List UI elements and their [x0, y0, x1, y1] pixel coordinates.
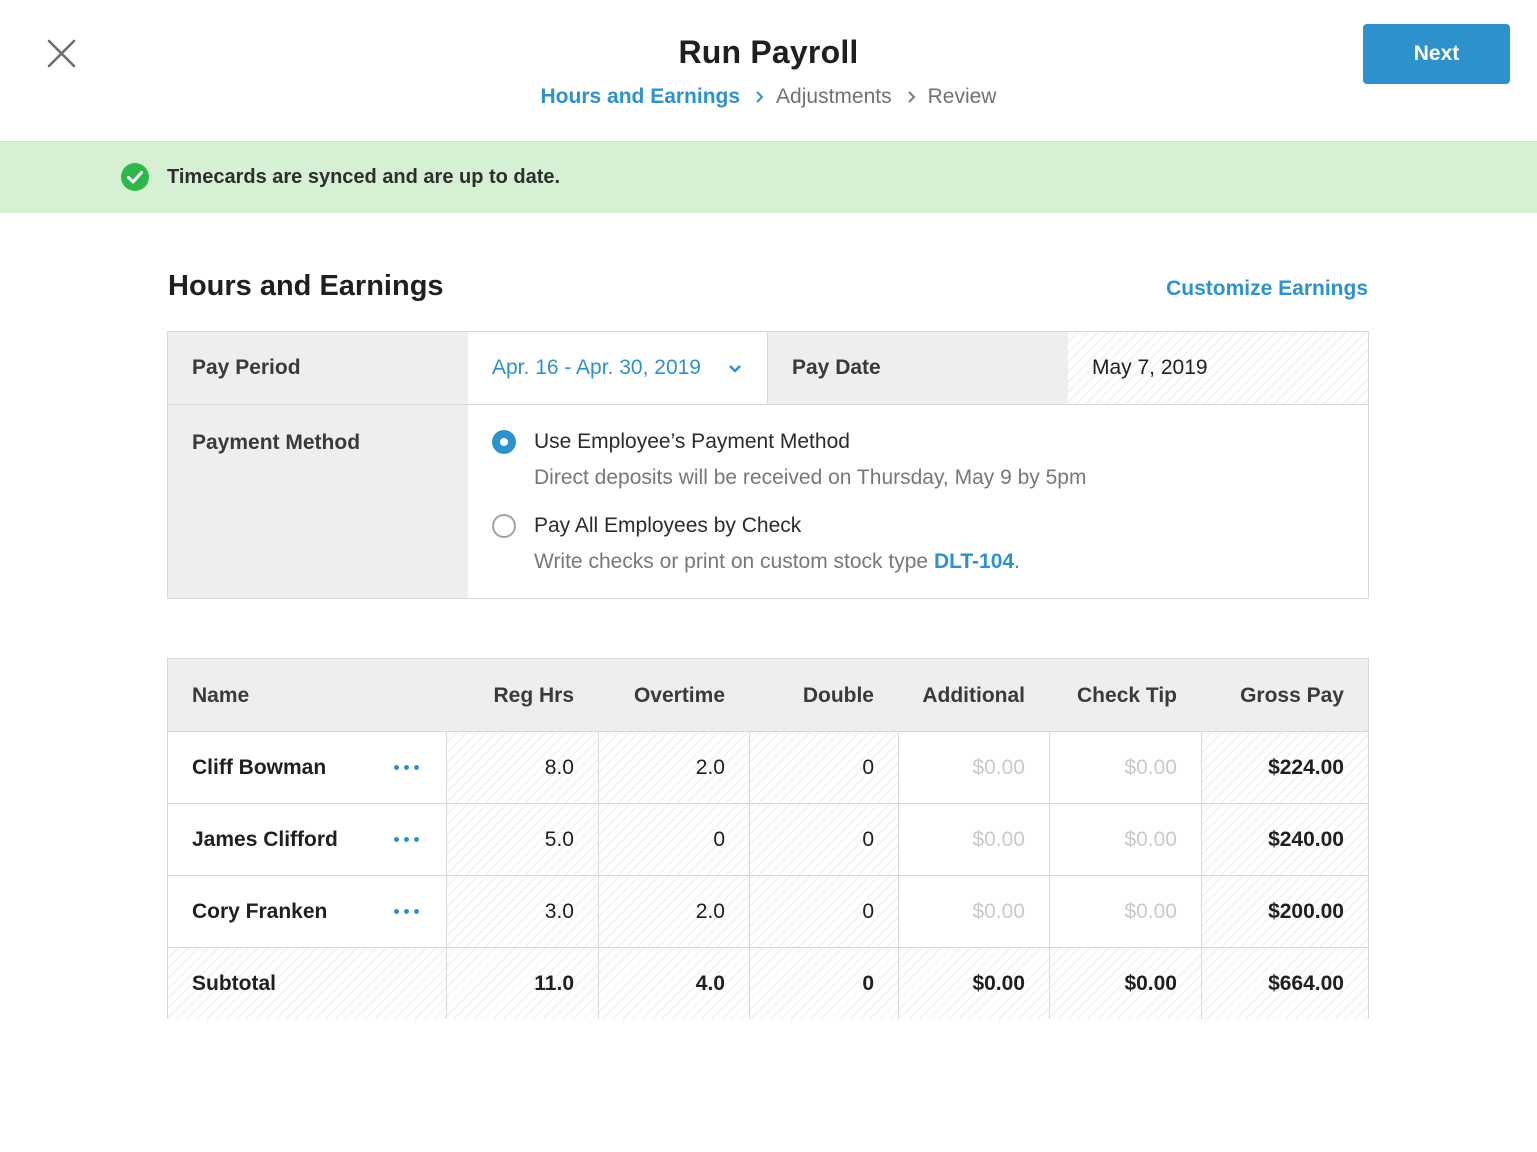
reg-hrs-cell[interactable]: 3.0 — [446, 876, 598, 947]
chevron-right-icon — [754, 90, 764, 104]
dot-icon — [413, 837, 419, 842]
header: Run Payroll Hours and Earnings Adjustmen… — [0, 0, 1537, 142]
dot-icon — [393, 765, 399, 770]
double-cell[interactable]: 0 — [749, 876, 898, 947]
chevron-down-icon — [729, 365, 741, 373]
pay-period-label: Pay Period — [168, 332, 468, 404]
more-options-button[interactable] — [388, 804, 424, 875]
check-circle-icon — [121, 163, 149, 191]
breadcrumb-adjustments[interactable]: Adjustments — [776, 85, 892, 109]
table-row: Cory Franken 3.0 2.0 0 $0.00 $0.00 $200.… — [168, 875, 1368, 947]
dot-icon — [403, 837, 409, 842]
pay-period-dropdown[interactable]: Apr. 16 - Apr. 30, 2019 — [468, 332, 768, 404]
column-header-overtime: Overtime — [633, 684, 725, 707]
earnings-table: Name Reg Hrs Overtime Double Additional … — [167, 658, 1369, 1019]
dot-icon — [403, 765, 409, 770]
chevron-right-icon — [906, 90, 916, 104]
subtotal-additional: $0.00 — [898, 948, 1049, 1019]
column-header-name: Name — [192, 684, 250, 707]
column-header-additional: Additional — [922, 684, 1025, 707]
additional-input[interactable]: $0.00 — [898, 876, 1049, 947]
additional-input[interactable]: $0.00 — [898, 804, 1049, 875]
option-employee-method-description: Direct deposits will be received on Thur… — [534, 466, 1087, 489]
column-header-double: Double — [802, 684, 874, 707]
pay-date-label: Pay Date — [768, 332, 1068, 404]
dot-icon — [413, 765, 419, 770]
check-tip-input[interactable]: $0.00 — [1049, 804, 1201, 875]
dot-icon — [393, 837, 399, 842]
column-header-gross-pay: Gross Pay — [1240, 684, 1344, 707]
double-cell[interactable]: 0 — [749, 804, 898, 875]
option-employee-method-label[interactable]: Use Employee’s Payment Method — [534, 430, 850, 454]
gross-pay-cell: $240.00 — [1201, 804, 1368, 875]
dot-icon — [413, 909, 419, 914]
payment-method-options: Use Employee’s Payment Method Direct dep… — [468, 404, 1368, 598]
check-description-text: Write checks or print on custom stock ty… — [534, 550, 934, 573]
page-title: Run Payroll — [678, 34, 859, 70]
subtotal-row: Subtotal 11.0 4.0 0 $0.00 $0.00 $664.00 — [168, 947, 1368, 1019]
subtotal-overtime: 4.0 — [598, 948, 749, 1019]
check-description-suffix: . — [1014, 550, 1020, 573]
option-pay-by-check-description: Write checks or print on custom stock ty… — [534, 550, 1020, 574]
subtotal-double: 0 — [749, 948, 898, 1019]
table-row: James Clifford 5.0 0 0 $0.00 $0.00 $240.… — [168, 803, 1368, 875]
gross-pay-cell: $224.00 — [1201, 732, 1368, 803]
pay-date-value: May 7, 2019 — [1068, 332, 1368, 404]
dot-icon — [393, 909, 399, 914]
banner-message: Timecards are synced and are up to date. — [167, 166, 561, 188]
table-row: Cliff Bowman 8.0 2.0 0 $0.00 $0.00 $224.… — [168, 731, 1368, 803]
dot-icon — [403, 909, 409, 914]
table-header: Name Reg Hrs Overtime Double Additional … — [168, 659, 1368, 731]
column-header-reg-hrs: Reg Hrs — [493, 684, 574, 707]
breadcrumb-hours-and-earnings[interactable]: Hours and Earnings — [541, 85, 741, 109]
column-header-check-tip: Check Tip — [1077, 684, 1177, 707]
double-cell[interactable]: 0 — [749, 732, 898, 803]
customize-earnings-link[interactable]: Customize Earnings — [1100, 277, 1368, 301]
radio-pay-by-check[interactable] — [492, 514, 516, 538]
payment-method-label: Payment Method — [168, 404, 468, 598]
payroll-settings: Pay Period Apr. 16 - Apr. 30, 2019 Pay D… — [167, 331, 1369, 599]
section-title: Hours and Earnings — [168, 270, 444, 302]
check-tip-input[interactable]: $0.00 — [1049, 732, 1201, 803]
breadcrumb: Hours and Earnings Adjustments Review — [0, 85, 1537, 109]
reg-hrs-cell[interactable]: 8.0 — [446, 732, 598, 803]
subtotal-gross-pay: $664.00 — [1201, 948, 1368, 1019]
next-button[interactable]: Next — [1363, 24, 1510, 84]
pay-period-value: Apr. 16 - Apr. 30, 2019 — [492, 356, 701, 379]
additional-input[interactable]: $0.00 — [898, 732, 1049, 803]
stock-type-link[interactable]: DLT-104 — [934, 550, 1014, 573]
subtotal-check-tip: $0.00 — [1049, 948, 1201, 1019]
option-pay-by-check-label[interactable]: Pay All Employees by Check — [534, 514, 801, 538]
subtotal-label: Subtotal — [192, 972, 276, 995]
subtotal-reg-hrs: 11.0 — [446, 948, 598, 1019]
more-options-button[interactable] — [388, 876, 424, 947]
overtime-cell[interactable]: 2.0 — [598, 876, 749, 947]
reg-hrs-cell[interactable]: 5.0 — [446, 804, 598, 875]
overtime-cell[interactable]: 2.0 — [598, 732, 749, 803]
check-tip-input[interactable]: $0.00 — [1049, 876, 1201, 947]
more-options-button[interactable] — [388, 732, 424, 803]
radio-employee-method[interactable] — [492, 430, 516, 454]
gross-pay-cell: $200.00 — [1201, 876, 1368, 947]
overtime-cell[interactable]: 0 — [598, 804, 749, 875]
breadcrumb-review[interactable]: Review — [928, 85, 997, 109]
